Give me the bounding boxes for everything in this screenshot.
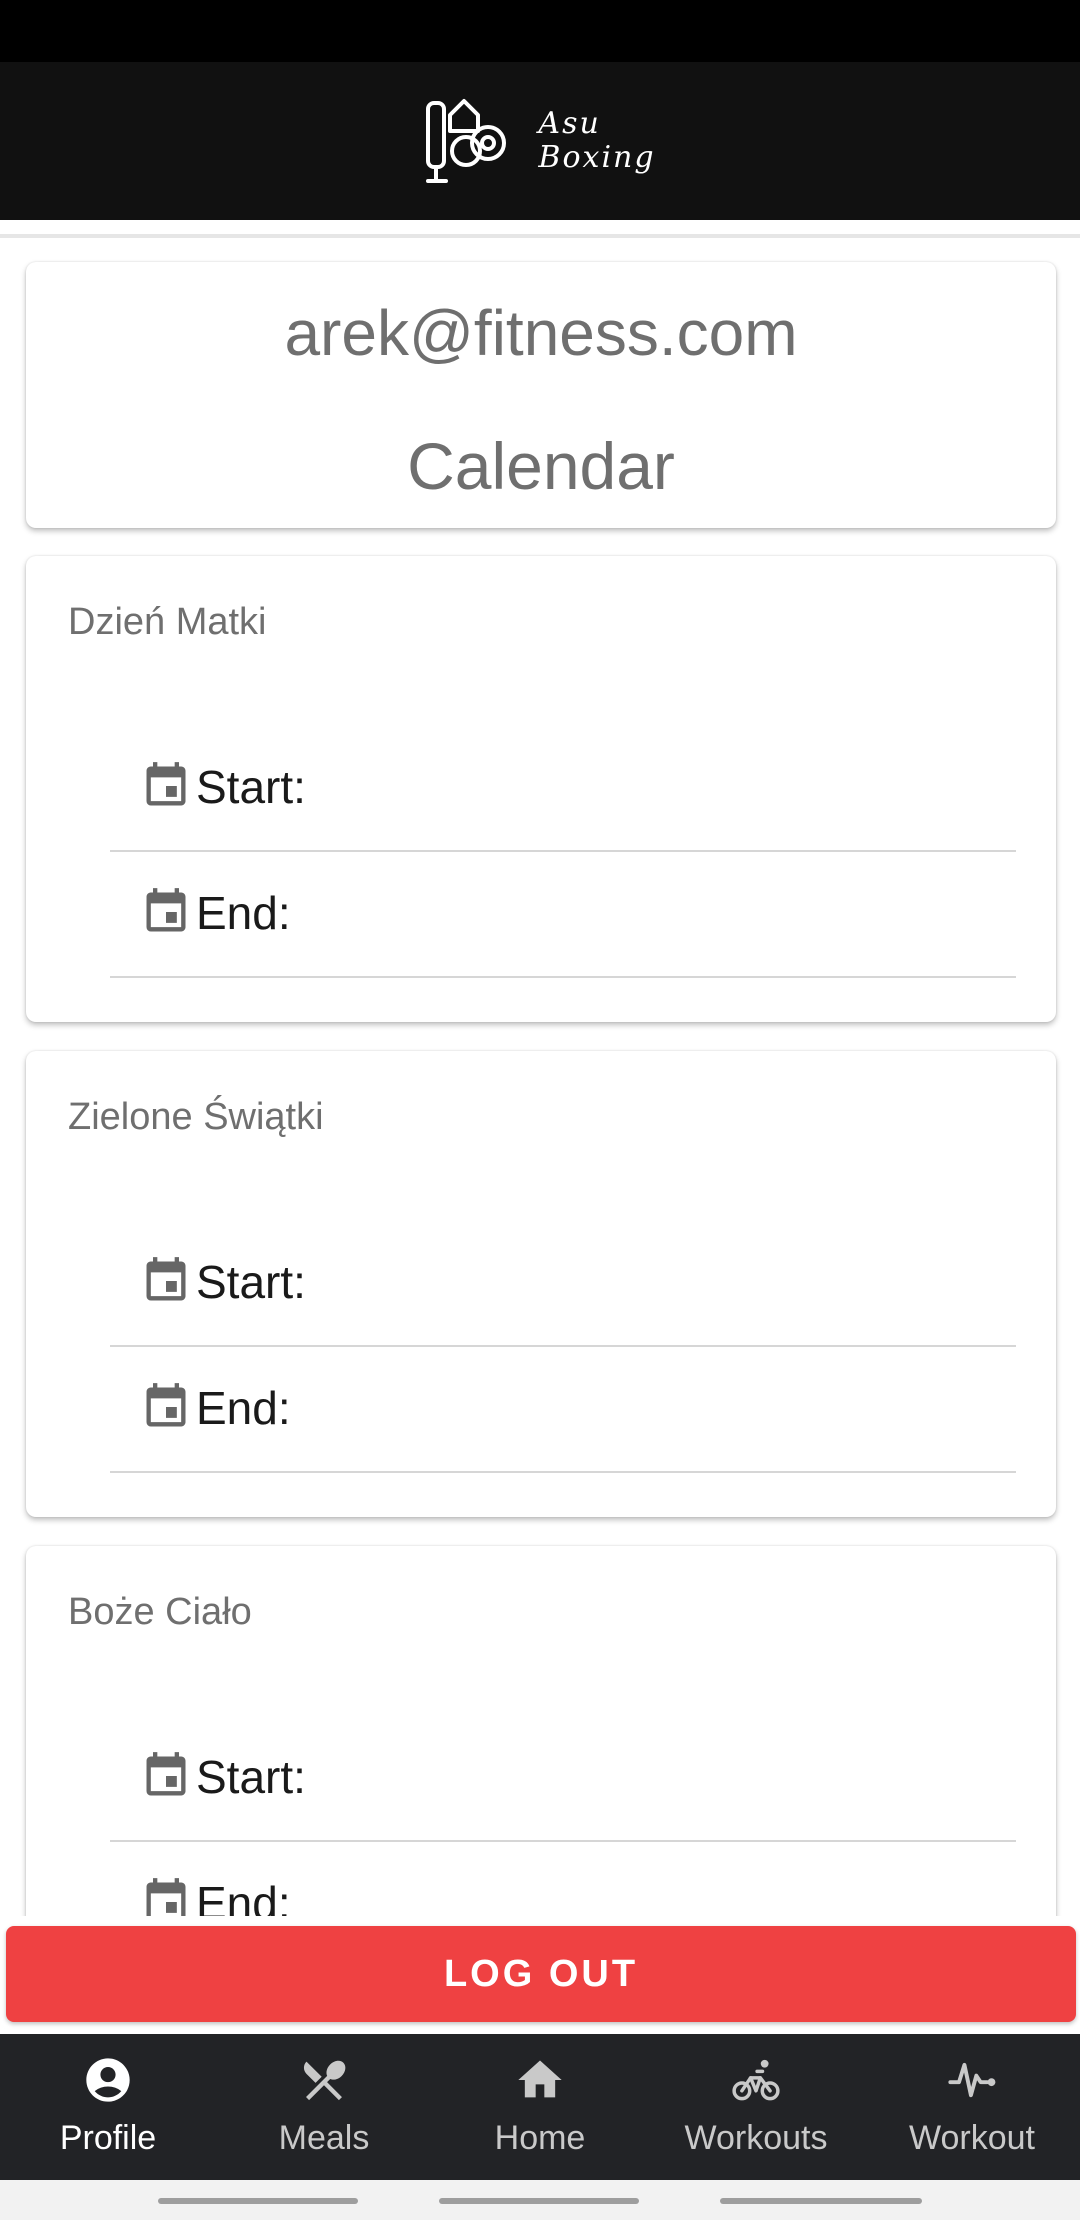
event-title: Zielone Świątki bbox=[68, 1096, 324, 1138]
nav-item-profile[interactable]: Profile bbox=[0, 2034, 216, 2180]
end-date-field[interactable]: End: bbox=[110, 1347, 1016, 1473]
logout-bar: LOG OUT bbox=[0, 1916, 1080, 2034]
main-content[interactable]: arek@fitness.com Calendar Dzień Matki St… bbox=[0, 238, 1080, 1916]
event-card: Zielone Świątki Start: End: bbox=[26, 1051, 1056, 1517]
bottom-navigation: Profile Meals Home Workouts Workout bbox=[0, 2034, 1080, 2180]
start-date-field[interactable]: Start: bbox=[110, 726, 1016, 852]
nav-item-workouts[interactable]: Workouts bbox=[648, 2034, 864, 2180]
pulse-icon bbox=[948, 2062, 996, 2098]
status-bar bbox=[0, 0, 1080, 62]
calendar-icon bbox=[146, 1878, 186, 1916]
end-label: End: bbox=[196, 887, 291, 939]
nav-label-workouts: Workouts bbox=[684, 2119, 828, 2157]
logout-button[interactable]: LOG OUT bbox=[6, 1926, 1076, 2022]
calendar-icon bbox=[146, 1257, 186, 1301]
cutlery-icon bbox=[303, 2060, 346, 2101]
brand-line-1: Asu bbox=[538, 106, 601, 141]
end-date-field[interactable]: End: bbox=[110, 1842, 1016, 1916]
calendar-icon bbox=[146, 888, 186, 932]
app-root: Asu Boxing arek@fitness.com Calendar Dzi… bbox=[0, 0, 1080, 2220]
event-card: Boże Ciało Start: End: bbox=[26, 1546, 1056, 1916]
header-divider bbox=[0, 220, 1080, 238]
start-date-field[interactable]: Start: bbox=[110, 1221, 1016, 1347]
nav-item-meals[interactable]: Meals bbox=[216, 2034, 432, 2180]
nav-label-workout: Workout bbox=[909, 2119, 1035, 2157]
boxing-logo-icon bbox=[426, 99, 507, 183]
brand-text: Asu Boxing bbox=[538, 107, 655, 175]
calendar-icon bbox=[146, 1383, 186, 1427]
calendar-title: Calendar bbox=[407, 429, 675, 503]
nav-item-workout[interactable]: Workout bbox=[864, 2034, 1080, 2180]
app-header: Asu Boxing bbox=[0, 62, 1080, 220]
user-email: arek@fitness.com bbox=[284, 297, 798, 369]
home-icon bbox=[518, 2060, 562, 2098]
nav-item-home[interactable]: Home bbox=[432, 2034, 648, 2180]
end-date-field[interactable]: End: bbox=[110, 852, 1016, 978]
brand-line-2: Boxing bbox=[538, 140, 656, 175]
nav-label-profile: Profile bbox=[59, 2119, 157, 2157]
start-date-field[interactable]: Start: bbox=[110, 1716, 1016, 1842]
nav-label-home: Home bbox=[494, 2119, 586, 2157]
system-gesture-bar bbox=[0, 2180, 1080, 2220]
profile-card: arek@fitness.com Calendar bbox=[26, 262, 1056, 528]
end-label: End: bbox=[196, 1877, 291, 1916]
event-title: Dzień Matki bbox=[68, 601, 267, 643]
profile-icon bbox=[86, 2058, 130, 2102]
brand-logo: Asu Boxing bbox=[424, 95, 655, 187]
end-label: End: bbox=[196, 1382, 291, 1434]
bicycle-icon bbox=[732, 2059, 780, 2101]
nav-label-meals: Meals bbox=[278, 2119, 370, 2157]
calendar-icon bbox=[146, 762, 186, 806]
start-label: Start: bbox=[196, 761, 306, 813]
start-label: Start: bbox=[196, 1751, 306, 1803]
event-title: Boże Ciało bbox=[68, 1591, 252, 1633]
gesture-pill bbox=[720, 2198, 922, 2204]
start-label: Start: bbox=[196, 1256, 306, 1308]
event-card: Dzień Matki Start: End: bbox=[26, 556, 1056, 1022]
calendar-icon bbox=[146, 1752, 186, 1796]
gesture-pill bbox=[158, 2198, 358, 2204]
gesture-pill bbox=[439, 2198, 639, 2204]
